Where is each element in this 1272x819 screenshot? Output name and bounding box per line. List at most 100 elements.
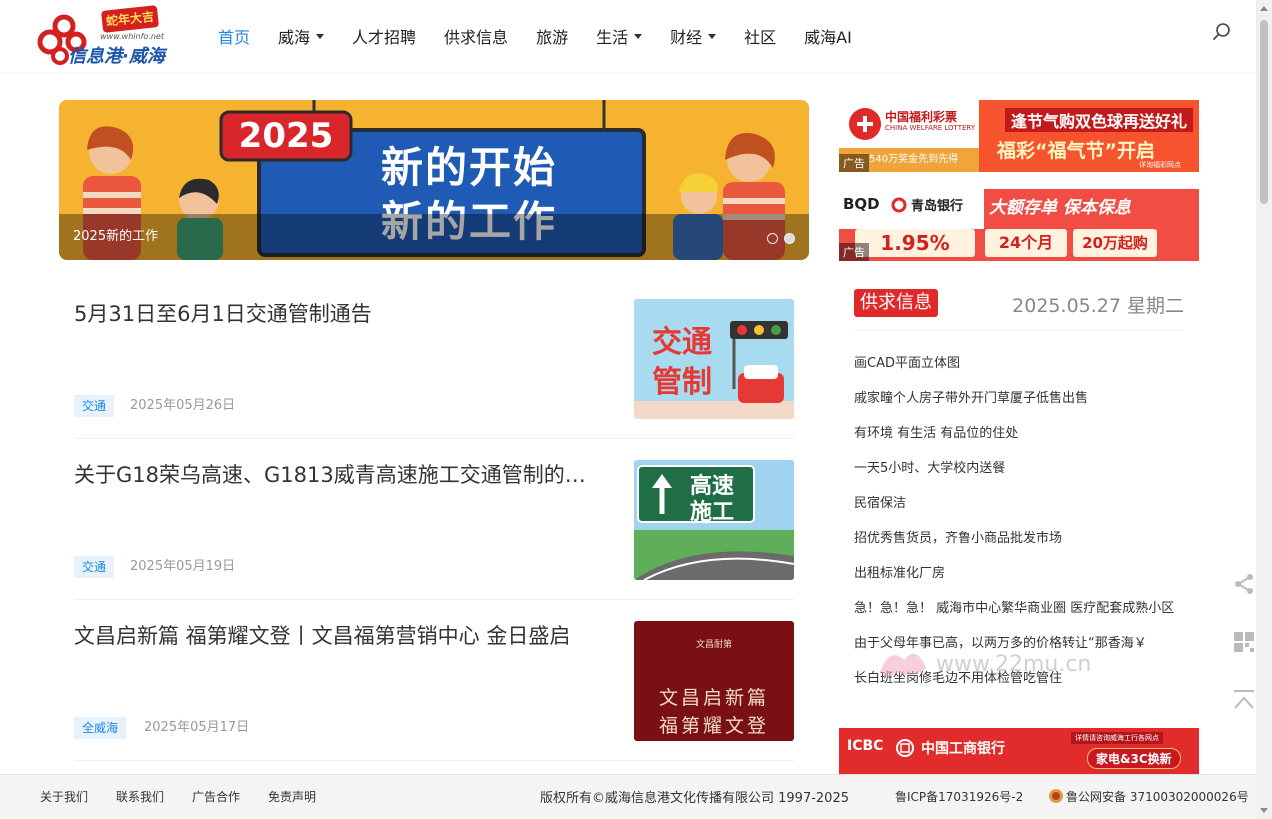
nav-item-2[interactable]: 人才招聘 [338,24,430,48]
share-icon[interactable] [1232,572,1256,596]
news-title[interactable]: 关于G18荣乌高速、G1813威青高速施工交通管制的通告 [74,460,604,490]
gongqiu-item[interactable]: 有环境 有生活 有品位的住处 [854,416,1184,451]
banner-caption[interactable]: 2025新的工作 [73,225,158,244]
ad-term: 24个月 [985,229,1067,257]
nav-item-7[interactable]: 社区 [730,24,790,48]
footer-link-about[interactable]: 关于我们 [40,788,88,805]
banner-dots [767,233,795,244]
footer-link-contact[interactable]: 联系我们 [116,788,164,805]
ad-icbc[interactable]: ICBC 中国工商银行 详情请咨询威海工行各网点 家电&3C换新 [839,728,1199,774]
caret-down-icon [316,33,325,39]
thumb-brand: 文昌耐第 [695,640,732,650]
nav-item-4[interactable]: 旅游 [522,24,582,48]
banner-caption-bar [59,214,809,260]
banner-carousel[interactable]: 2025 新的开始 新的工作 2025新的工作 [59,100,809,260]
site-header: 蛇年大吉 www.whinfo.net 信息港·威海 首页 威海 人才招聘 供求信息 旅… [0,0,1256,72]
ad-brand-short: ICBC [847,738,884,754]
nav-item-label: 威海AI [804,28,852,47]
bank-logo-icon [891,197,907,213]
news-title[interactable]: 文昌启新篇 福第耀文登丨文昌福第营销中心 金日盛启 [74,621,604,651]
lottery-logo-icon [849,108,881,140]
ad-brand: 中国福利彩票 [885,110,958,124]
news-item: 关于G18荣乌高速、G1813威青高速施工交通管制的通告 交通 2025年05月… [74,460,794,600]
banner-year: 2025 [238,116,334,156]
news-title[interactable]: 5月31日至6月1日交通管制通告 [74,299,604,329]
footer-link-disclaimer[interactable]: 免责声明 [268,788,316,805]
caret-down-icon [708,33,717,39]
gongqiu-list: 画CAD平面立体图 戚家疃个人房子带外开门草厦子低售出售 有环境 有生活 有品位的住… [854,346,1184,696]
nav-item-1[interactable]: 威海 [264,24,338,48]
footer-police[interactable]: 鲁公网安备 37100302000026号 [1066,788,1249,805]
footer-icp[interactable]: 鲁ICP备17031926号-2 [895,788,1023,805]
nav-item-6[interactable]: 财经 [656,24,730,48]
site-logo[interactable]: 蛇年大吉 www.whinfo.net 信息港·威海 [36,5,188,67]
gongqiu-item[interactable]: 急！急！急！ 威海市中心繁华商业圈 医疗配套成熟小区 [854,591,1184,626]
ad-note: 详情请咨询威海工行各网点 [1071,732,1163,744]
ad-brand: 青岛银行 [911,199,964,214]
qrcode-icon[interactable] [1232,630,1256,654]
ad-welfare-lottery[interactable]: 中国福利彩票 CHINA WELFARE LOTTERY 540万奖金先到先得 … [839,100,1199,172]
news-thumbnail[interactable]: 高速 施工 [634,460,794,580]
news-tag[interactable]: 交通 [74,556,115,578]
banner-dot-1[interactable] [767,233,778,244]
ad-brand-short: BQD [843,195,880,213]
news-item: 5月31日至6月1日交通管制通告 交通 2025年05月26日 交通 管制 [74,299,794,439]
logo-name: 信息港·威海 [68,46,165,67]
banner-dot-2[interactable] [784,233,795,244]
ad-headline: 大额存单 保本保息 [989,198,1131,218]
nav-item-3[interactable]: 供求信息 [430,24,522,48]
gongqiu-item[interactable]: 出租标准化厂房 [854,556,1184,591]
news-thumbnail[interactable]: 交通 管制 [634,299,794,419]
footer-link-ads[interactable]: 广告合作 [192,788,240,805]
ad-qingdao-bank[interactable]: BQD 青岛银行 大额存单 保本保息 1.95% 24个月 20万起购 广告 [839,189,1199,261]
scroll-thumb[interactable] [1260,20,1268,204]
back-to-top-icon[interactable] [1232,688,1256,712]
page-scrollbar[interactable] [1256,0,1272,819]
gongqiu-item[interactable]: 一天5小时、大学校内送餐 [854,451,1184,486]
news-thumbnail[interactable]: 文昌耐第 文昌启新篇 福第耀文登 [634,621,794,741]
caret-down-icon [634,33,643,39]
thumb-text-2: 管制 [652,365,712,400]
logo-url: www.whinfo.net [100,32,164,41]
gongqiu-item[interactable]: 由于父母年事已高，以两万多的价格转让“那香海￥ [854,626,1184,661]
logo-badge: 蛇年大吉 [101,5,159,33]
news-date: 2025年05月17日 [144,720,250,735]
police-badge-icon [1049,789,1063,803]
nav-item-label: 威海 [278,28,311,47]
gongqiu-title[interactable]: 供求信息 [854,289,938,317]
ad-min: 20万起购 [1073,229,1157,257]
banner-line1: 新的开始 [380,143,557,192]
nav-item-8[interactable]: 威海AI [790,24,866,48]
news-item: 文昌启新篇 福第耀文登丨文昌福第营销中心 金日盛启 全威海 2025年05月17… [74,621,794,761]
thumb-text-1: 文昌启新篇 [658,687,769,709]
gongqiu-item[interactable]: 民宿保洁 [854,486,1184,521]
scroll-down-arrow[interactable] [1260,808,1268,813]
gongqiu-item[interactable]: 长白班坐岗修毛边不用体检管吃管住 [854,661,1184,696]
nav-item-label: 社区 [744,28,777,47]
ad-rate: 1.95% [855,229,975,257]
nav-item-0[interactable]: 首页 [204,24,264,48]
news-tag[interactable]: 交通 [74,395,115,417]
nav-item-label: 旅游 [536,28,569,47]
search-icon[interactable] [1212,22,1232,42]
ad-note: 详询福彩网点 [1139,161,1181,169]
nav-item-5[interactable]: 生活 [582,24,656,48]
news-tag[interactable]: 全威海 [74,717,127,739]
main-nav: 首页 威海 人才招聘 供求信息 旅游 生活 财经 社区 威海AI [204,0,866,72]
nav-item-label: 财经 [670,28,703,47]
gongqiu-item[interactable]: 戚家疃个人房子带外开门草厦子低售出售 [854,381,1184,416]
side-toolbar [1232,572,1256,746]
icbc-logo-icon [896,739,914,757]
ad-label: 广告 [839,154,869,172]
gongqiu-item[interactable]: 画CAD平面立体图 [854,346,1184,381]
footer-copyright: 版权所有©威海信息港文化传播有限公司 1997-2025 [540,791,849,806]
gongqiu-item[interactable]: 招优秀售货员，齐鲁小商品批发市场 [854,521,1184,556]
nav-item-label: 生活 [596,28,629,47]
thumb-text-2: 福第耀文登 [658,715,769,737]
nav-item-label: 供求信息 [444,28,509,47]
thumb-text-2: 施工 [690,500,735,525]
gongqiu-header: 供求信息 2025.05.27 星期二 [854,289,1184,331]
ad-headline: 家电&3C换新 [1087,748,1181,769]
news-date: 2025年05月19日 [130,559,236,574]
scroll-up-arrow[interactable] [1260,6,1268,11]
